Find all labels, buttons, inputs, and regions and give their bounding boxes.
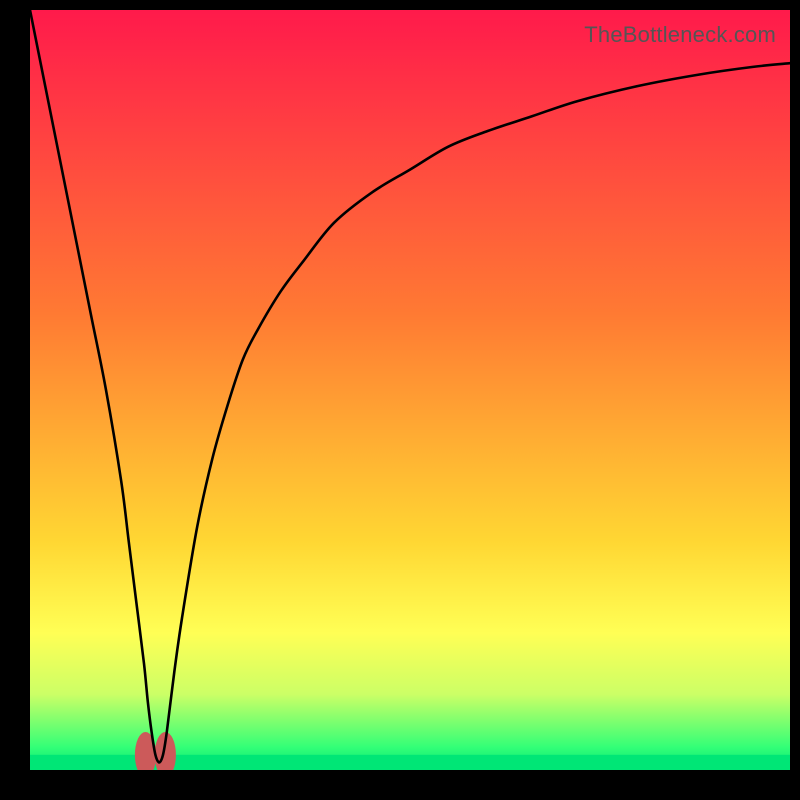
chart-plot-area: TheBottleneck.com (30, 10, 790, 770)
chart-svg (30, 10, 790, 770)
chart-frame: TheBottleneck.com (0, 0, 800, 800)
